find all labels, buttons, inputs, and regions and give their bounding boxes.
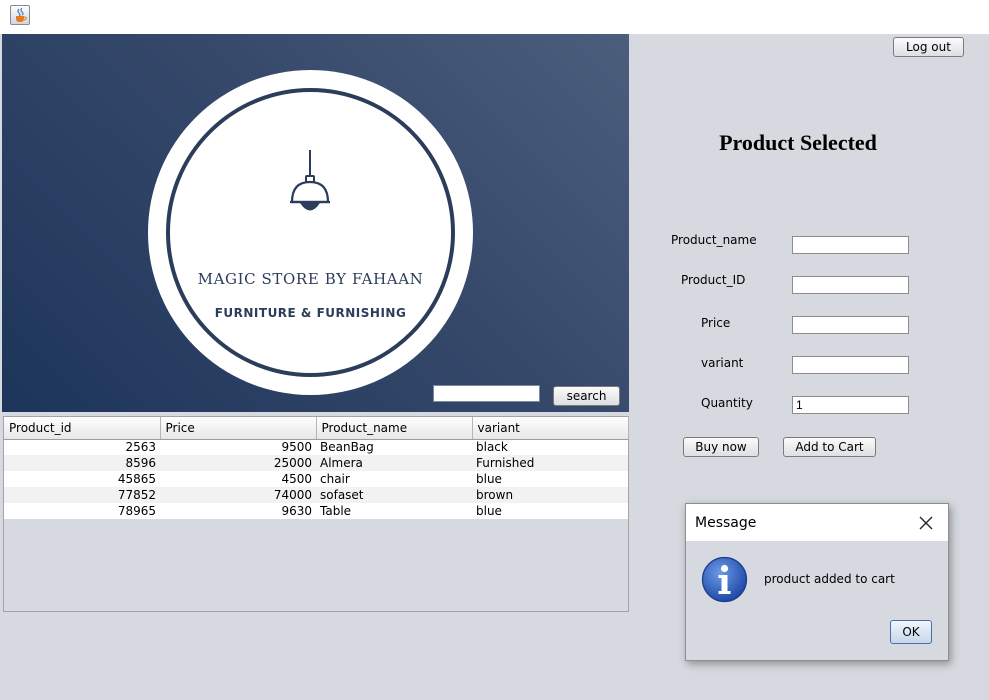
cell-product-id: 2563 — [4, 439, 160, 455]
cell-price: 9500 — [160, 439, 316, 455]
price-field[interactable] — [792, 316, 909, 334]
column-header-price[interactable]: Price — [160, 417, 317, 440]
cell-product-id: 45865 — [4, 471, 160, 487]
column-header-product-name[interactable]: Product_name — [316, 417, 473, 440]
dialog-title: Message — [695, 515, 757, 531]
cell-variant: brown — [472, 487, 628, 503]
cell-product-name: chair — [316, 471, 472, 487]
logout-button[interactable]: Log out — [893, 37, 964, 57]
cell-price: 4500 — [160, 471, 316, 487]
table-row[interactable]: 2563 9500 BeanBag black — [4, 439, 628, 455]
dialog-titlebar[interactable]: Message — [686, 504, 948, 541]
cell-product-id: 8596 — [4, 455, 160, 471]
column-header-variant[interactable]: variant — [472, 417, 629, 440]
cell-price: 25000 — [160, 455, 316, 471]
price-label: Price — [701, 316, 731, 330]
product-name-label: Product_name — [671, 233, 757, 247]
cell-price: 9630 — [160, 503, 316, 519]
quantity-label: Quantity — [701, 396, 753, 410]
cell-product-name: Table — [316, 503, 472, 519]
table-row[interactable]: 8596 25000 Almera Furnished — [4, 455, 628, 471]
logo-title: MAGIC STORE BY FAHAAN — [197, 270, 424, 288]
message-dialog: Message product added to cart OK — [685, 503, 949, 661]
logo-ring — [166, 88, 455, 377]
cell-variant: blue — [472, 471, 628, 487]
product-table[interactable]: Product_id Price Product_name variant 25… — [3, 416, 629, 612]
cell-product-id: 78965 — [4, 503, 160, 519]
search-input[interactable] — [433, 385, 540, 402]
table-row[interactable]: 78965 9630 Table blue — [4, 503, 628, 519]
quantity-field[interactable] — [792, 396, 909, 414]
search-button[interactable]: search — [553, 386, 620, 406]
cell-product-name: BeanBag — [316, 439, 472, 455]
cell-price: 74000 — [160, 487, 316, 503]
java-cup-icon[interactable] — [10, 5, 30, 25]
add-to-cart-button[interactable]: Add to Cart — [783, 437, 876, 457]
variant-label: variant — [701, 356, 744, 370]
cell-product-name: sofaset — [316, 487, 472, 503]
product-name-field[interactable] — [792, 236, 909, 254]
buy-now-button[interactable]: Buy now — [683, 437, 759, 457]
cell-variant: black — [472, 439, 628, 455]
store-banner: MAGIC STORE BY FAHAAN FURNITURE & FURNIS… — [2, 34, 629, 412]
dialog-message: product added to cart — [764, 572, 895, 586]
product-id-label: Product_ID — [681, 273, 746, 287]
product-id-field[interactable] — [792, 276, 909, 294]
table-row[interactable]: 45865 4500 chair blue — [4, 471, 628, 487]
info-icon — [701, 556, 748, 603]
table-row[interactable]: 77852 74000 sofaset brown — [4, 487, 628, 503]
close-icon[interactable] — [918, 515, 934, 531]
table-header-row: Product_id Price Product_name variant — [4, 417, 629, 440]
ok-button[interactable]: OK — [890, 620, 932, 644]
window-titlebar — [0, 0, 989, 34]
column-header-product-id[interactable]: Product_id — [4, 417, 161, 440]
cell-product-name: Almera — [316, 455, 472, 471]
lamp-icon — [290, 150, 330, 211]
cell-product-id: 77852 — [4, 487, 160, 503]
store-logo: MAGIC STORE BY FAHAAN FURNITURE & FURNIS… — [148, 70, 473, 395]
variant-field[interactable] — [792, 356, 909, 374]
logo-subtitle: FURNITURE & FURNISHING — [214, 306, 407, 320]
cell-variant: Furnished — [472, 455, 628, 471]
cell-variant: blue — [472, 503, 628, 519]
page-title: Product Selected — [719, 130, 877, 155]
